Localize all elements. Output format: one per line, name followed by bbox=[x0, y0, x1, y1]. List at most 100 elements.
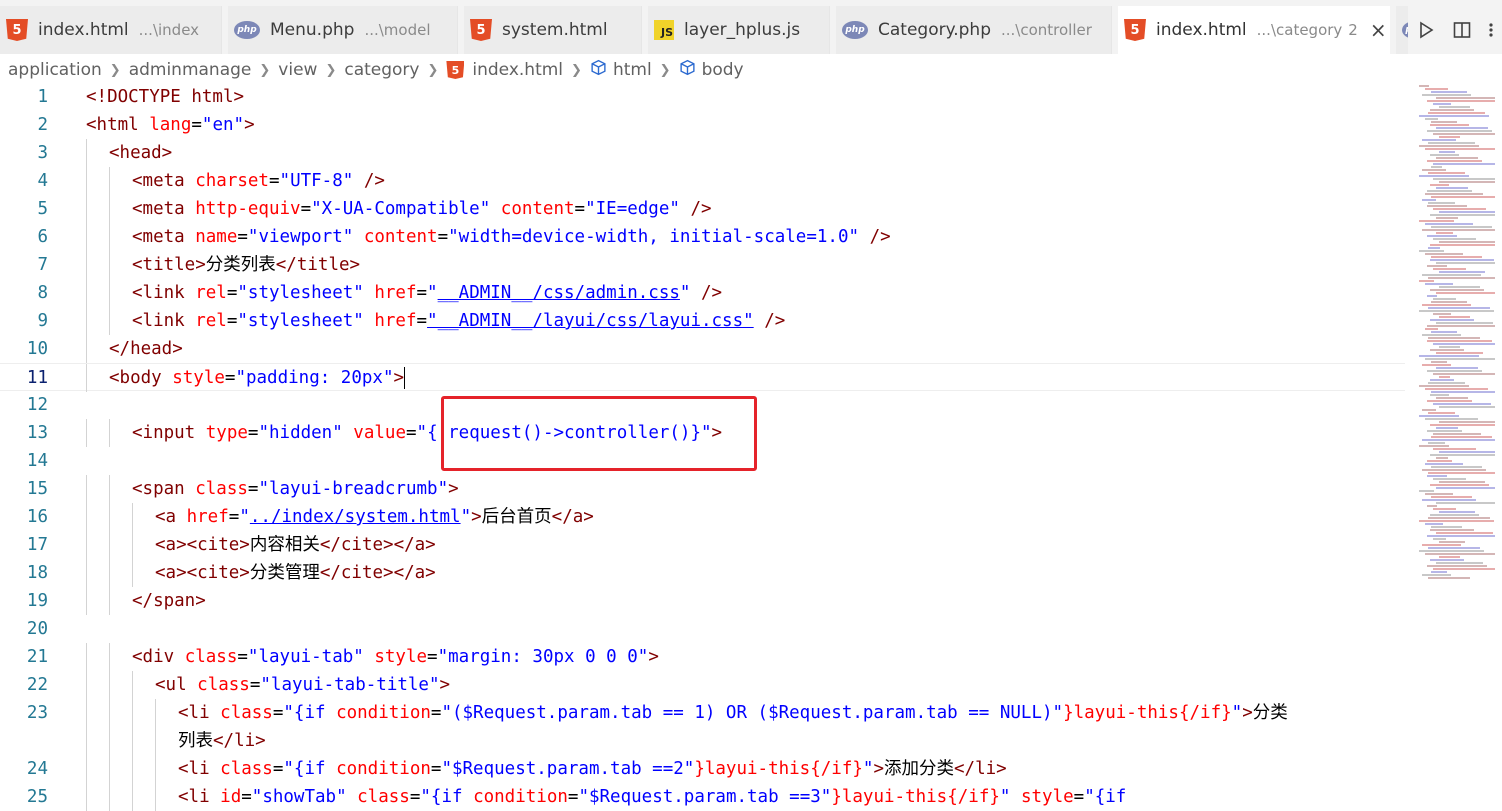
minimap-line bbox=[1430, 529, 1474, 531]
minimap[interactable] bbox=[1405, 83, 1502, 811]
code-line[interactable]: 24 <li class="{if condition="$Request.par… bbox=[0, 755, 1405, 783]
minimap-line bbox=[1431, 331, 1457, 333]
code-editor[interactable]: 1 <!DOCTYPE html> 2 <html lang="en"> 3 <head>… bbox=[0, 83, 1405, 811]
html-file-icon: 5 bbox=[470, 19, 492, 41]
indent-guide bbox=[109, 559, 110, 587]
code-line[interactable]: 列表</li> bbox=[0, 727, 1405, 755]
tab-category-php[interactable]: php Category.php ...\controller bbox=[836, 6, 1112, 54]
tab-index-html[interactable]: 5 index.html ...\index bbox=[0, 6, 222, 54]
code-line[interactable]: 13 <input type="hidden" value="{:request(… bbox=[0, 419, 1405, 447]
minimap-line bbox=[1422, 229, 1495, 231]
code-text: <span class="layui-breadcrumb"> bbox=[132, 479, 459, 499]
line-number: 8 bbox=[37, 283, 48, 303]
minimap-line bbox=[1425, 88, 1448, 90]
breadcrumb-item[interactable]: category bbox=[344, 60, 419, 80]
minimap-line bbox=[1427, 325, 1495, 327]
code-text: <meta http-equiv="X-UA-Compatible" conte… bbox=[132, 199, 712, 219]
code-line[interactable]: 23 <li class="{if condition="($Request.pa… bbox=[0, 699, 1405, 727]
code-line[interactable]: 15 <span class="layui-breadcrumb"> bbox=[0, 475, 1405, 503]
code-line[interactable]: 8 <link rel="stylesheet" href="__ADMIN__/… bbox=[0, 279, 1405, 307]
code-line[interactable]: 9 <link rel="stylesheet" href="__ADMIN__/… bbox=[0, 307, 1405, 335]
minimap-line bbox=[1439, 451, 1495, 453]
close-tab-icon[interactable]: × bbox=[1370, 20, 1387, 40]
indent-guide bbox=[86, 167, 87, 195]
line-number: 14 bbox=[26, 451, 48, 471]
line-number: 22 bbox=[26, 675, 48, 695]
breadcrumb-item[interactable]: application bbox=[8, 60, 102, 80]
code-line[interactable]: 14 bbox=[0, 447, 1405, 475]
breadcrumb-item[interactable]: html bbox=[590, 59, 652, 81]
code-line[interactable]: 5 <meta http-equiv="X-UA-Compatible" cont… bbox=[0, 195, 1405, 223]
breadcrumb-item[interactable]: adminmanage bbox=[129, 60, 252, 80]
code-line[interactable]: 1 <!DOCTYPE html> bbox=[0, 83, 1405, 111]
line-number: 18 bbox=[26, 563, 48, 583]
more-actions-icon[interactable] bbox=[1480, 12, 1502, 48]
code-line[interactable]: 12 bbox=[0, 391, 1405, 419]
code-text: <head> bbox=[109, 143, 173, 163]
js-file-icon: JS bbox=[654, 20, 674, 40]
indent-guide bbox=[109, 671, 110, 699]
indent-guide bbox=[86, 307, 87, 335]
html-file-icon: 5 bbox=[6, 19, 28, 41]
indent-guide bbox=[86, 223, 87, 251]
indent-guide bbox=[86, 195, 87, 223]
code-line[interactable]: 11 <body style="padding: 20px"> bbox=[0, 363, 1405, 392]
tab-problem-count: 2 bbox=[1348, 21, 1358, 39]
tab-layer_hplus-js[interactable]: JS layer_hplus.js bbox=[648, 6, 830, 54]
minimap-line bbox=[1431, 196, 1495, 198]
minimap-line bbox=[1436, 187, 1468, 189]
breadcrumb-item[interactable]: body bbox=[679, 59, 744, 81]
minimap-line bbox=[1419, 490, 1434, 492]
indent-guide bbox=[86, 364, 87, 392]
minimap-line bbox=[1430, 214, 1495, 216]
code-line[interactable]: 4 <meta charset="UTF-8" /> bbox=[0, 167, 1405, 195]
minimap-line bbox=[1422, 469, 1486, 471]
line-number: 12 bbox=[26, 395, 48, 415]
code-line[interactable]: 6 <meta name="viewport" content="width=de… bbox=[0, 223, 1405, 251]
code-line[interactable]: 25 <li id="showTab" class="{if condition=… bbox=[0, 783, 1405, 811]
indent-guide bbox=[86, 559, 87, 587]
code-line[interactable]: 21 <div class="layui-tab" style="margin: … bbox=[0, 643, 1405, 671]
minimap-line bbox=[1430, 184, 1449, 186]
code-line[interactable]: 22 <ul class="layui-tab-title"> bbox=[0, 671, 1405, 699]
minimap-line bbox=[1430, 124, 1469, 126]
indent-guide bbox=[132, 727, 133, 755]
breadcrumb-item[interactable]: 5 index.html bbox=[446, 60, 563, 80]
code-line[interactable]: 7 <title>分类列表</title> bbox=[0, 251, 1405, 279]
run-icon[interactable] bbox=[1408, 12, 1444, 48]
code-line[interactable]: 3 <head> bbox=[0, 139, 1405, 167]
code-line[interactable]: 2 <html lang="en"> bbox=[0, 111, 1405, 139]
code-line[interactable]: 17 <a><cite>内容相关</cite></a> bbox=[0, 531, 1405, 559]
code-line[interactable]: 18 <a><cite>分类管理</cite></a> bbox=[0, 559, 1405, 587]
line-number: 24 bbox=[26, 759, 48, 779]
minimap-line bbox=[1439, 316, 1470, 318]
minimap-line bbox=[1428, 337, 1480, 339]
tab-menu-php[interactable]: php Menu.php ...\model bbox=[228, 6, 458, 54]
code-text: <li class="{if condition="($Request.para… bbox=[178, 703, 1288, 723]
minimap-line bbox=[1419, 115, 1489, 117]
line-number: 16 bbox=[26, 507, 48, 527]
minimap-line bbox=[1430, 394, 1449, 396]
minimap-line bbox=[1428, 112, 1485, 114]
minimap-line bbox=[1436, 562, 1483, 564]
code-line[interactable]: 16 <a href="../index/system.html">后台首页</a… bbox=[0, 503, 1405, 531]
indent-guide bbox=[109, 475, 110, 503]
minimap-line bbox=[1436, 457, 1448, 459]
code-line[interactable]: 10 </head> bbox=[0, 335, 1405, 363]
indent-guide bbox=[155, 699, 156, 727]
code-text: <li id="showTab" class="{if condition="$… bbox=[178, 787, 1127, 807]
code-line[interactable]: 19 </span> bbox=[0, 587, 1405, 615]
minimap-line bbox=[1430, 289, 1484, 291]
tab-index-html-active[interactable]: 5 index.html ...\category 2 × bbox=[1118, 6, 1390, 54]
minimap-line bbox=[1436, 532, 1493, 534]
minimap-line bbox=[1428, 412, 1455, 414]
indent-guide bbox=[86, 587, 87, 615]
line-number: 6 bbox=[37, 227, 48, 247]
breadcrumb-item[interactable]: view bbox=[278, 60, 317, 80]
minimap-line bbox=[1427, 160, 1482, 162]
minimap-line bbox=[1436, 322, 1493, 324]
split-editor-icon[interactable] bbox=[1444, 12, 1480, 48]
code-line[interactable]: 20 bbox=[0, 615, 1405, 643]
indent-guide bbox=[86, 475, 87, 503]
tab-system-html[interactable]: 5 system.html bbox=[464, 6, 642, 54]
